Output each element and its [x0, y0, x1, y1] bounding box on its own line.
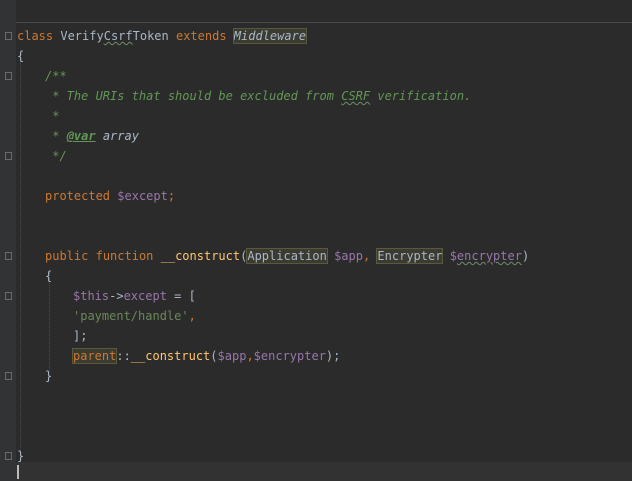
param-type: Application	[246, 248, 328, 264]
arg-var: $app	[217, 349, 247, 363]
text-caret	[17, 465, 19, 479]
code-line-doc-var[interactable]: * @var array	[45, 127, 139, 146]
param-type: Encrypter	[376, 248, 444, 264]
doc-type: array	[95, 129, 139, 143]
indent-guide	[49, 272, 50, 372]
keyword: class	[17, 29, 54, 43]
brace: }	[17, 449, 25, 463]
fold-marker-icon[interactable]	[5, 72, 12, 80]
fold-marker-icon[interactable]	[5, 372, 12, 380]
current-line-highlight	[16, 462, 632, 481]
code-line-array-close[interactable]: ];	[73, 327, 87, 346]
doc-comment: verification.	[370, 89, 472, 103]
class-name-part: Token	[132, 29, 169, 43]
doc-comment: /**	[45, 69, 67, 83]
code-line-string[interactable]: 'payment/handle',	[73, 307, 196, 326]
doc-comment: */	[45, 149, 67, 163]
code-line-method-open[interactable]: {	[45, 267, 52, 286]
comma: ,	[188, 309, 196, 323]
doc-comment: *	[45, 129, 67, 143]
keyword: protected	[45, 189, 111, 203]
brace: {	[45, 269, 53, 283]
property-access: except	[123, 289, 167, 303]
comma: ,	[246, 349, 254, 363]
fold-marker-icon[interactable]	[5, 32, 12, 40]
brace: {	[17, 49, 25, 63]
code-line-doc-description[interactable]: * The URIs that should be excluded from …	[45, 87, 471, 106]
brace: }	[45, 369, 53, 383]
comma: ,	[362, 249, 378, 263]
code-line-doc-open[interactable]: /**	[45, 67, 67, 86]
property-name: $except	[117, 189, 168, 203]
code-line-class-close[interactable]: }	[17, 447, 24, 466]
string-literal: 'payment/handle'	[73, 309, 189, 323]
code-editor[interactable]: class VerifyCsrfToken extends Middleware…	[0, 0, 632, 481]
code-line-method-close[interactable]: }	[45, 367, 52, 386]
code-line-property[interactable]: protected $except;	[45, 187, 175, 206]
keyword: public	[45, 249, 89, 263]
array-close: ];	[73, 329, 88, 343]
paren: (	[210, 349, 218, 363]
param-var-typo: encrypter	[456, 249, 522, 263]
function-name: __construct	[160, 249, 241, 263]
parent-class-name: Middleware	[232, 28, 308, 44]
code-line-assign[interactable]: $this->except = [	[73, 287, 196, 306]
doc-comment-typo: CSRF	[341, 89, 371, 103]
semicolon: ;	[167, 189, 176, 203]
param-var: $	[449, 249, 457, 263]
assign-bracket: = [	[166, 289, 196, 303]
fold-marker-icon[interactable]	[5, 152, 12, 160]
paren: )	[521, 249, 530, 263]
editor-divider	[16, 22, 632, 23]
class-name-part: Verify	[60, 29, 104, 43]
code-line-open-brace[interactable]: {	[17, 47, 24, 66]
arg-var: $encrypter	[253, 349, 326, 363]
code-line-parent-call[interactable]: parent::__construct($app,$encrypter);	[71, 347, 341, 366]
doc-comment: *	[45, 109, 60, 123]
doc-comment: * The URIs that should be excluded from	[45, 89, 342, 103]
fold-marker-icon[interactable]	[5, 452, 12, 460]
param-var: $app	[334, 249, 363, 263]
code-line-class-declaration[interactable]: class VerifyCsrfToken extends Middleware	[17, 27, 308, 46]
call-close: );	[325, 349, 341, 363]
keyword: function	[95, 249, 154, 263]
function-name: __construct	[130, 349, 211, 363]
doc-tag: @var	[66, 129, 96, 143]
this-var: $this	[73, 289, 110, 303]
indent-guide	[20, 52, 21, 452]
static-operator: ::	[116, 349, 131, 363]
fold-marker-icon[interactable]	[5, 252, 12, 260]
code-line-doc-close[interactable]: */	[45, 147, 67, 166]
class-name-typo: Csrf	[103, 29, 133, 43]
arrow-operator: ->	[109, 289, 124, 303]
code-line-doc-blank[interactable]: *	[45, 107, 59, 126]
code-line-constructor-signature[interactable]: public function __construct(Application …	[45, 247, 529, 266]
keyword: extends	[175, 29, 227, 43]
fold-marker-icon[interactable]	[5, 292, 12, 300]
keyword: parent	[71, 348, 118, 364]
